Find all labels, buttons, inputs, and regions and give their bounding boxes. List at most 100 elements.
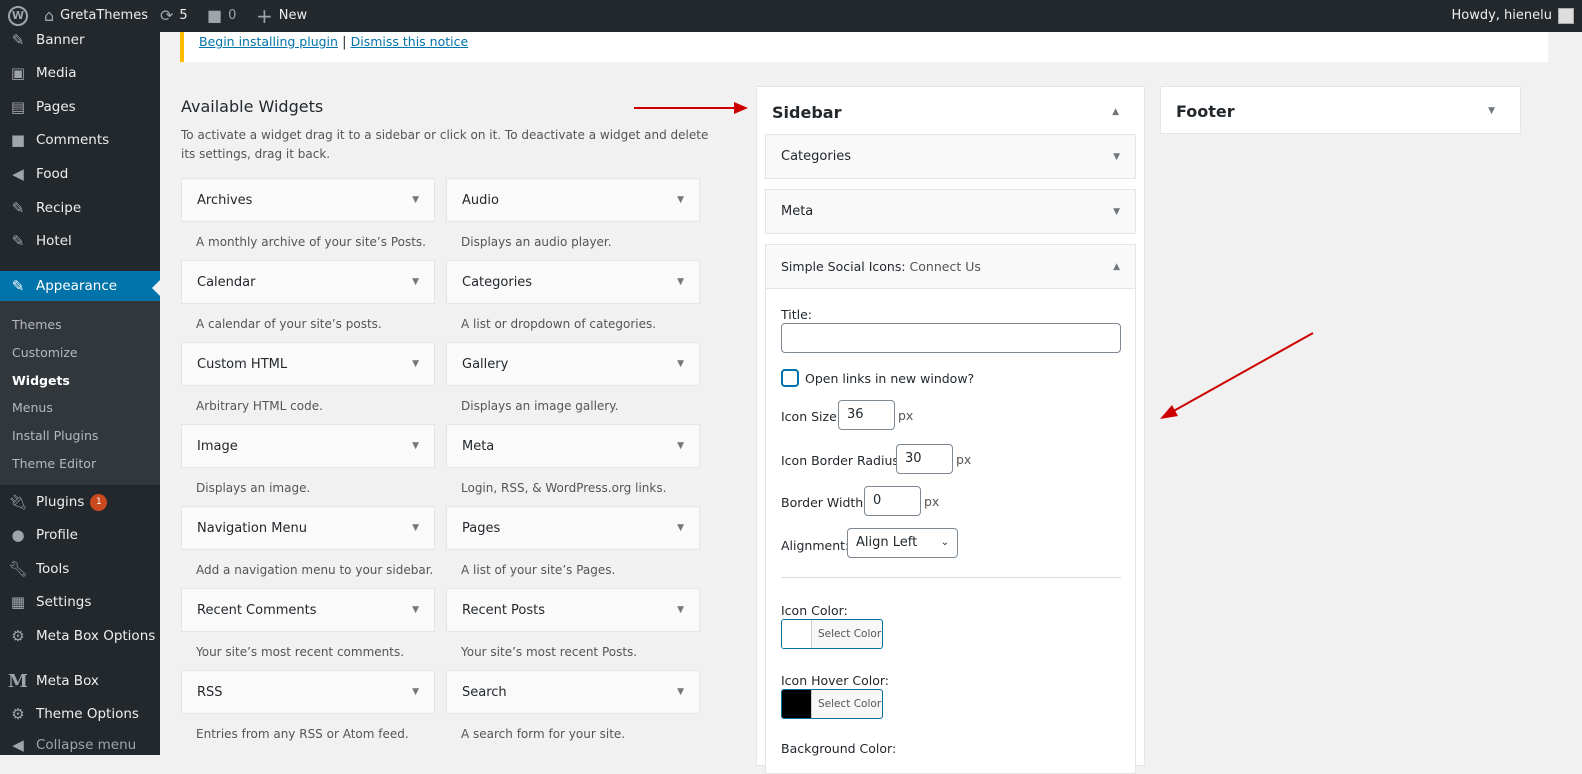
expand-arrow-icon[interactable]: ▼: [412, 605, 419, 615]
widget-item[interactable]: Pages ▼: [446, 506, 700, 550]
menu-food[interactable]: ◀ Food: [0, 157, 160, 191]
unit-label: px: [898, 408, 914, 423]
menu-meta-box[interactable]: M Meta Box: [0, 664, 160, 698]
sidebar-title: Sidebar: [772, 103, 842, 122]
food-icon: ◀: [12, 165, 24, 183]
widget-item[interactable]: Recent Posts ▼: [446, 588, 700, 632]
expand-arrow-icon[interactable]: ▼: [412, 523, 419, 533]
title-input[interactable]: [781, 323, 1121, 353]
expand-arrow-icon[interactable]: ▼: [412, 687, 419, 697]
submenu-widgets[interactable]: Widgets: [12, 373, 70, 388]
updates-link[interactable]: ⟳ 5: [160, 0, 188, 32]
expand-arrow-icon[interactable]: ▼: [1113, 207, 1120, 217]
submenu-menus[interactable]: Menus: [12, 400, 53, 415]
menu-recipe[interactable]: ✎ Recipe: [0, 191, 160, 225]
widget-item[interactable]: Meta ▼: [446, 424, 700, 468]
widget-name: Archives: [197, 192, 253, 208]
widget-name: Image: [197, 438, 238, 454]
expand-arrow-icon[interactable]: ▼: [677, 687, 684, 697]
plugin-notice: Begin installing plugin | Dismiss this n…: [180, 32, 1548, 62]
expand-arrow-icon[interactable]: ▼: [677, 277, 684, 287]
alignment-label: Alignment:: [781, 538, 850, 553]
expand-arrow-icon[interactable]: ▼: [412, 277, 419, 287]
widget-item[interactable]: Categories ▼: [446, 260, 700, 304]
collapse-arrow-icon[interactable]: ▲: [1113, 262, 1120, 272]
account-menu[interactable]: Howdy, hienelu: [1451, 0, 1574, 32]
widget-item[interactable]: Audio ▼: [446, 178, 700, 222]
widget-item[interactable]: Calendar ▼: [181, 260, 435, 304]
expand-arrow-icon[interactable]: ▼: [677, 523, 684, 533]
expand-arrow-icon[interactable]: ▼: [412, 195, 419, 205]
widget-name: Categories: [462, 274, 533, 290]
unit-label: px: [924, 494, 940, 509]
expand-arrow-icon[interactable]: ▼: [677, 605, 684, 615]
wrench-icon: 🔧︎: [8, 560, 28, 578]
widget-header[interactable]: Simple Social Icons: Connect Us ▲: [766, 245, 1135, 289]
title-label: Title:: [781, 307, 812, 322]
avatar: [1558, 8, 1574, 24]
widget-item[interactable]: Custom HTML ▼: [181, 342, 435, 386]
collapse-arrow-icon[interactable]: ▲: [1112, 107, 1119, 117]
widget-description: Entries from any RSS or Atom feed.: [196, 727, 409, 741]
widget-item[interactable]: RSS ▼: [181, 670, 435, 714]
menu-theme-options[interactable]: ⚙ Theme Options: [0, 697, 160, 731]
widget-item[interactable]: Search ▼: [446, 670, 700, 714]
submenu-theme-editor[interactable]: Theme Editor: [12, 456, 96, 471]
sidebar-widget-categories[interactable]: Categories ▼: [765, 134, 1136, 179]
expand-arrow-icon[interactable]: ▼: [677, 441, 684, 451]
menu-plugins[interactable]: 🔌︎ Plugins 1: [0, 485, 160, 519]
annotation-arrow: [1160, 332, 1314, 419]
new-window-checkbox[interactable]: [781, 369, 799, 387]
new-content-link[interactable]: + New: [256, 0, 307, 32]
widget-name: Search: [462, 684, 507, 700]
menu-tools[interactable]: 🔧︎ Tools: [0, 552, 160, 586]
icon-color-picker[interactable]: Select Color: [781, 619, 883, 649]
begin-installing-link[interactable]: Begin installing plugin: [199, 34, 338, 49]
settings-icon: ▦: [10, 593, 26, 611]
widget-description: Displays an image.: [196, 481, 311, 495]
widget-description: Displays an audio player.: [461, 235, 612, 249]
icon-color-label: Icon Color:: [781, 603, 848, 618]
menu-appearance[interactable]: ✎ Appearance: [0, 271, 160, 301]
widget-item[interactable]: Gallery ▼: [446, 342, 700, 386]
border-width-input[interactable]: 0: [864, 486, 921, 516]
sidebar-widget-meta[interactable]: Meta ▼: [765, 189, 1136, 234]
plugin-icon: 🔌︎: [8, 493, 28, 511]
annotation-arrow: [634, 102, 748, 114]
submenu-install-plugins[interactable]: Install Plugins: [12, 428, 98, 443]
menu-comments[interactable]: ■ Comments: [0, 123, 160, 157]
widget-item[interactable]: Recent Comments ▼: [181, 588, 435, 632]
widget-item[interactable]: Navigation Menu ▼: [181, 506, 435, 550]
menu-hotel[interactable]: ✎ Hotel: [0, 224, 160, 258]
expand-arrow-icon[interactable]: ▼: [1488, 106, 1495, 116]
widget-name: Recent Comments: [197, 602, 317, 618]
expand-arrow-icon[interactable]: ▼: [1113, 152, 1120, 162]
divider: [781, 577, 1121, 578]
comments-icon: ■: [10, 131, 26, 149]
comments-link[interactable]: ■ 0: [207, 0, 236, 32]
menu-banner[interactable]: ✎ Banner: [0, 23, 160, 57]
menu-media[interactable]: ▣ Media: [0, 56, 160, 90]
menu-profile[interactable]: ● Profile: [0, 518, 160, 552]
alignment-select[interactable]: Align Left ⌄: [847, 528, 958, 558]
icon-size-input[interactable]: 36: [838, 400, 895, 430]
recipe-icon: ✎: [11, 199, 25, 217]
menu-meta-box-options[interactable]: ⚙ Meta Box Options: [0, 619, 160, 653]
border-radius-input[interactable]: 30: [896, 444, 953, 474]
submenu-themes[interactable]: Themes: [12, 317, 62, 332]
expand-arrow-icon[interactable]: ▼: [412, 359, 419, 369]
submenu-customize[interactable]: Customize: [12, 345, 78, 360]
menu-settings[interactable]: ▦ Settings: [0, 585, 160, 619]
expand-arrow-icon[interactable]: ▼: [677, 359, 684, 369]
collapse-menu-button[interactable]: ◀ Collapse menu: [0, 728, 160, 762]
widget-item[interactable]: Archives ▼: [181, 178, 435, 222]
expand-arrow-icon[interactable]: ▼: [677, 195, 684, 205]
meta-box-icon: M: [8, 670, 28, 692]
expand-arrow-icon[interactable]: ▼: [412, 441, 419, 451]
menu-pages[interactable]: ▤ Pages: [0, 90, 160, 124]
dismiss-notice-link[interactable]: Dismiss this notice: [351, 34, 469, 49]
gear-icon: ⚙: [11, 705, 25, 723]
widget-item[interactable]: Image ▼: [181, 424, 435, 468]
hover-color-picker[interactable]: Select Color: [781, 689, 883, 719]
footer-widget-area[interactable]: Footer ▼: [1160, 86, 1521, 134]
